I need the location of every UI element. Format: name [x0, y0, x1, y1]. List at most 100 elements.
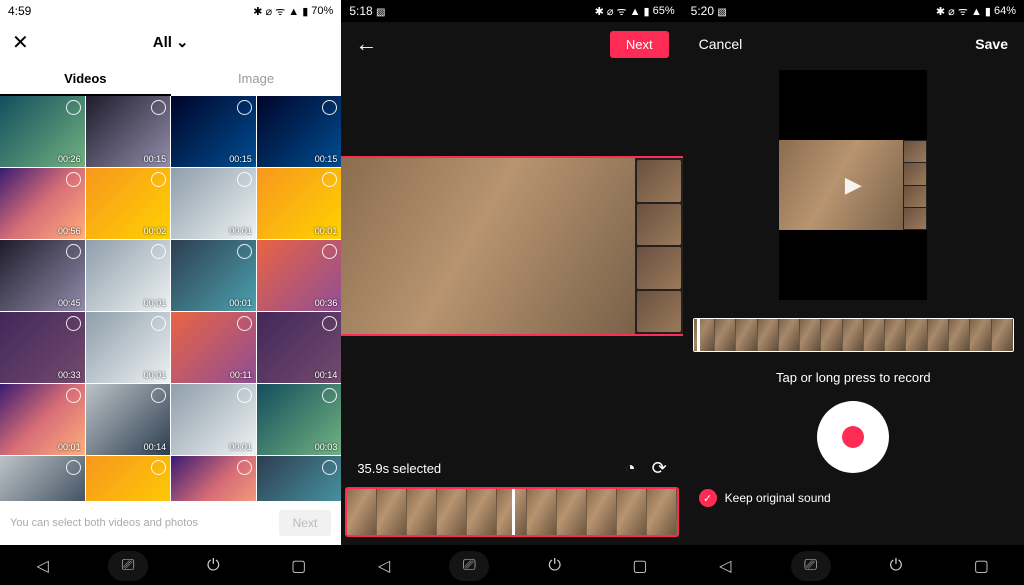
select-circle[interactable] [151, 316, 166, 331]
duration-label: 00:01 [58, 442, 81, 452]
select-circle[interactable] [151, 100, 166, 115]
play-icon[interactable]: ▶ [845, 172, 862, 198]
media-thumbnail[interactable]: 00:01 [86, 240, 171, 311]
select-circle[interactable] [151, 388, 166, 403]
select-circle[interactable] [66, 388, 81, 403]
nav-home[interactable]: ⎚ [791, 551, 831, 581]
media-thumbnail[interactable]: 00:01 [171, 456, 256, 501]
select-circle[interactable] [322, 388, 337, 403]
next-button[interactable]: Next [279, 510, 332, 536]
playhead[interactable] [512, 487, 515, 537]
save-button[interactable]: Save [975, 36, 1008, 52]
media-thumbnail[interactable]: 00:03 [257, 384, 342, 455]
media-thumbnail[interactable]: 00:23 [0, 456, 85, 501]
speed-icon[interactable]: ◔ [625, 458, 636, 479]
cancel-button[interactable]: Cancel [699, 36, 743, 52]
select-circle[interactable] [237, 244, 252, 259]
select-circle[interactable] [322, 172, 337, 187]
back-arrow-icon[interactable]: ← [355, 31, 377, 57]
close-icon[interactable]: ✕ [12, 30, 29, 55]
select-circle[interactable] [322, 316, 337, 331]
voiceover-timeline[interactable] [693, 318, 1014, 352]
android-nav-bar: ◁ ⎚ ⏻ ▢ [683, 545, 1024, 585]
status-bar: 4:59 ✱ ⌀ ᯤ ▲ ▮ 70% [0, 0, 341, 22]
nav-home[interactable]: ⎚ [449, 551, 489, 581]
keep-sound-row[interactable]: ✓ Keep original sound [683, 473, 1024, 515]
media-thumbnail[interactable]: 00:11 [171, 312, 256, 383]
tab-videos[interactable]: Videos [0, 62, 171, 96]
media-thumbnail[interactable]: 00:15 [171, 96, 256, 167]
picker-footer: You can select both videos and photos Ne… [0, 501, 341, 545]
select-circle[interactable] [237, 316, 252, 331]
media-thumbnail[interactable]: 00:36 [257, 240, 342, 311]
media-thumbnail[interactable]: 00:02 [86, 168, 171, 239]
duration-label: 00:15 [144, 154, 167, 164]
trim-controls: 35.9s selected ◔ ⟳ [341, 444, 682, 487]
trim-timeline[interactable] [345, 487, 678, 537]
nav-back[interactable]: ◁ [23, 551, 63, 581]
select-circle[interactable] [322, 460, 337, 475]
timeline-frame [467, 489, 497, 535]
select-circle[interactable] [66, 100, 81, 115]
media-thumbnail[interactable]: 00:01 [257, 168, 342, 239]
media-thumbnail[interactable]: 00:33 [0, 312, 85, 383]
timeline-frame [617, 489, 647, 535]
tab-image[interactable]: Image [171, 62, 342, 96]
select-circle[interactable] [322, 244, 337, 259]
nav-recent[interactable]: ▢ [961, 551, 1001, 581]
select-circle[interactable] [66, 316, 81, 331]
select-circle[interactable] [151, 172, 166, 187]
picker-header: ✕ All ⌄ [0, 22, 341, 62]
media-thumbnail[interactable]: 00:01 [171, 384, 256, 455]
media-thumbnail[interactable]: 00:01 [86, 312, 171, 383]
media-thumbnail[interactable]: 00:15 [86, 96, 171, 167]
media-thumbnail[interactable]: 00:01 [171, 240, 256, 311]
status-bar: 5:20 ▧ ✱ ⌀ ᯤ ▲ ▮ 64% [683, 0, 1024, 22]
select-circle[interactable] [66, 172, 81, 187]
participant-tile [637, 160, 681, 202]
timeline-frame [906, 319, 927, 351]
nav-power[interactable]: ⏻ [193, 551, 233, 581]
media-thumbnail[interactable]: 00:14 [86, 384, 171, 455]
record-button[interactable] [817, 401, 889, 473]
nav-recent[interactable]: ▢ [279, 551, 319, 581]
select-circle[interactable] [151, 244, 166, 259]
timeline-frame [377, 489, 407, 535]
media-thumbnail[interactable]: 00:01 [171, 168, 256, 239]
status-battery: 65% [653, 5, 675, 17]
timeline-frame [715, 319, 736, 351]
video-preview[interactable] [341, 156, 682, 336]
rotate-icon[interactable]: ⟳ [652, 458, 667, 479]
media-thumbnail[interactable]: 00:26 [0, 96, 85, 167]
checkmark-icon: ✓ [699, 489, 717, 507]
media-thumbnail[interactable]: 00:12 [257, 456, 342, 501]
media-thumbnail[interactable]: 00:14 [257, 312, 342, 383]
select-circle[interactable] [151, 460, 166, 475]
timeline-frame [758, 319, 779, 351]
timeline-frame [800, 319, 821, 351]
playhead[interactable] [697, 318, 700, 352]
select-circle[interactable] [237, 172, 252, 187]
media-thumbnail[interactable]: 00:56 [0, 168, 85, 239]
media-thumbnail[interactable]: 00:01 [0, 384, 85, 455]
select-circle[interactable] [322, 100, 337, 115]
media-thumbnail[interactable]: 00:15 [257, 96, 342, 167]
media-thumbnail[interactable]: 00:45 [0, 240, 85, 311]
select-circle[interactable] [66, 244, 81, 259]
album-dropdown[interactable]: All ⌄ [153, 33, 189, 51]
nav-power[interactable]: ⏻ [876, 551, 916, 581]
preview-wrap: ▶ [683, 66, 1024, 300]
select-circle[interactable] [237, 388, 252, 403]
select-circle[interactable] [237, 460, 252, 475]
select-circle[interactable] [66, 460, 81, 475]
nav-recent[interactable]: ▢ [620, 551, 660, 581]
next-button[interactable]: Next [610, 31, 669, 58]
keep-sound-label: Keep original sound [725, 491, 831, 505]
nav-home[interactable]: ⎚ [108, 551, 148, 581]
select-circle[interactable] [237, 100, 252, 115]
nav-back[interactable]: ◁ [705, 551, 745, 581]
media-thumbnail[interactable]: 00:28 [86, 456, 171, 501]
nav-power[interactable]: ⏻ [535, 551, 575, 581]
nav-back[interactable]: ◁ [364, 551, 404, 581]
video-preview[interactable]: ▶ [779, 70, 927, 300]
